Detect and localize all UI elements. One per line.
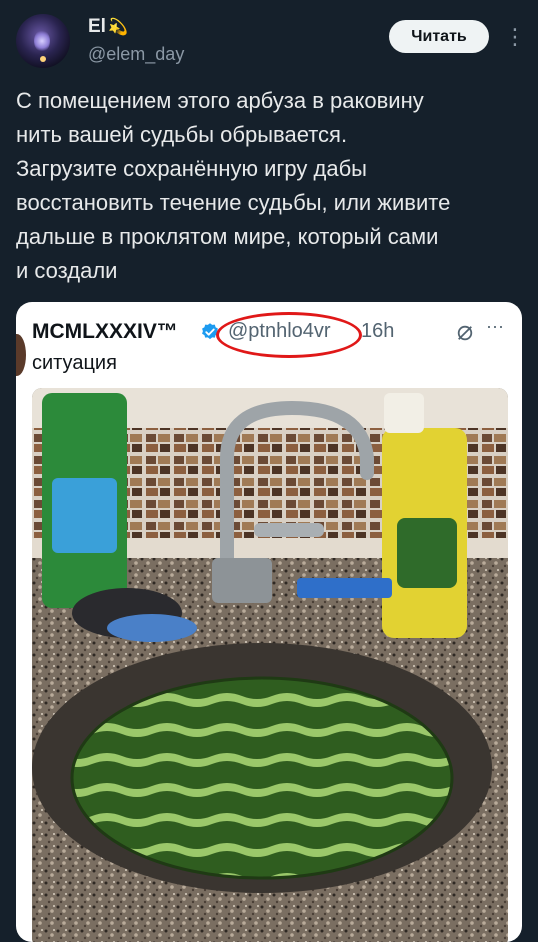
more-options-icon[interactable]: ⋮ xyxy=(504,24,526,50)
photo-illustration xyxy=(32,388,508,942)
grok-icon[interactable] xyxy=(456,324,474,342)
quoted-text: ситуация xyxy=(32,352,117,374)
quoted-timestamp[interactable]: 16h xyxy=(361,320,394,343)
tweet-header: El 💫 @elem_day Читать ⋮ xyxy=(0,0,538,80)
author-name-text: El xyxy=(88,16,106,37)
quoted-avatar[interactable] xyxy=(16,334,26,376)
watermelon-sink-photo[interactable] xyxy=(32,388,508,942)
sparkle-emoji: 💫 xyxy=(107,19,128,36)
tweet-text: С помещением этого арбуза в раковину нит… xyxy=(16,88,451,283)
red-annotation-circle xyxy=(216,312,362,358)
avatar[interactable] xyxy=(16,14,70,68)
follow-button[interactable]: Читать xyxy=(389,20,489,53)
quoted-author-name[interactable]: MCMLXXXIV™ xyxy=(32,320,178,344)
quoted-tweet[interactable]: MCMLXXXIV™ @ptnhlo4vr 16h ··· ситуация xyxy=(16,302,522,942)
quoted-more-icon[interactable]: ··· xyxy=(486,316,504,337)
author-handle[interactable]: @elem_day xyxy=(88,44,184,65)
author-name[interactable]: El 💫 xyxy=(88,16,128,38)
